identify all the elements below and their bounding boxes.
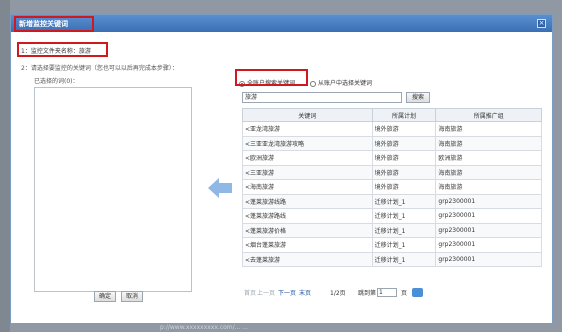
cell-group: grp2300001 bbox=[435, 251, 542, 267]
header-group: 所属推广组 bbox=[435, 108, 542, 122]
pager-page-info: 1/2页 bbox=[330, 290, 346, 297]
title-highlight-box bbox=[14, 16, 94, 32]
table-row[interactable]: <烟台蓬莱旅游 迁移计划_1 grp2300001 bbox=[242, 237, 542, 253]
keyword-search-input[interactable]: 旅游 bbox=[242, 92, 402, 103]
radio-unselected-icon bbox=[310, 80, 316, 87]
cell-group: grp2300001 bbox=[435, 222, 542, 238]
cell-group: 海南旅游 bbox=[435, 164, 542, 180]
move-left-arrow-icon[interactable] bbox=[208, 178, 232, 198]
background-left bbox=[0, 0, 10, 332]
table-row[interactable]: <去蓬莱旅游 迁移计划_1 grp2300001 bbox=[242, 251, 542, 267]
table-row[interactable]: <欧洲旅游 境外旅游 欧洲旅游 bbox=[242, 150, 542, 166]
selected-words-list[interactable] bbox=[34, 87, 192, 292]
cell-keyword: <烟台蓬莱旅游 bbox=[242, 237, 373, 253]
pager-page-suffix: 页 bbox=[401, 290, 408, 297]
background-text: p://www.xxxxxxxxx.com/... ... bbox=[160, 324, 249, 331]
cell-keyword: <海南旅游 bbox=[242, 179, 373, 195]
cancel-button[interactable]: 取消 bbox=[121, 291, 143, 302]
table-header-row: 关键词 所属计划 所属推广组 bbox=[242, 108, 542, 122]
table-row[interactable]: <蓬莱旅游价格 迁移计划_1 grp2300001 bbox=[242, 222, 542, 238]
close-icon[interactable]: × bbox=[537, 19, 546, 28]
header-keyword: 关键词 bbox=[242, 108, 373, 122]
cell-keyword: <欧洲旅游 bbox=[242, 150, 373, 166]
cell-keyword: <蓬莱旅游价格 bbox=[242, 222, 373, 238]
pager-prev[interactable]: 上一页 bbox=[257, 288, 275, 297]
cell-group: 欧洲旅游 bbox=[435, 150, 542, 166]
table-row[interactable]: <三亚旅游 境外旅游 海南旅游 bbox=[242, 164, 542, 180]
cell-plan: 境外旅游 bbox=[371, 179, 437, 195]
table-row[interactable]: <三亚亚龙湾旅游攻略 境外旅游 海南旅游 bbox=[242, 135, 542, 151]
cell-group: 海南旅游 bbox=[435, 121, 542, 137]
option-highlight-box bbox=[235, 69, 308, 86]
pager-jump-input[interactable]: 1 bbox=[377, 288, 397, 297]
pager-jump-label: 跳到第 bbox=[358, 290, 377, 297]
cell-plan: 迁移计划_1 bbox=[371, 251, 437, 267]
cell-group: grp2300001 bbox=[435, 193, 542, 209]
radio-select-from-account[interactable]: 从账户中选择关键词 bbox=[310, 78, 372, 87]
cell-group: 海南旅游 bbox=[435, 135, 542, 151]
cell-plan: 迁移计划_1 bbox=[371, 237, 437, 253]
cell-plan: 境外旅游 bbox=[371, 164, 437, 180]
step2-instruction: 2：请选择要监控的关键词（您也可以以后再完成本步骤）： bbox=[21, 65, 178, 72]
cell-keyword: <蓬莱旅游路线 bbox=[242, 208, 373, 224]
selected-words-label: 已选择的词(0)： bbox=[34, 78, 79, 85]
folder-highlight-box bbox=[17, 42, 108, 57]
cell-plan: 境外旅游 bbox=[371, 121, 437, 137]
table-row[interactable]: <蓬莱旅游路线 迁移计划_1 grp2300001 bbox=[242, 208, 542, 224]
cell-group: grp2300001 bbox=[435, 208, 542, 224]
cell-keyword: <三亚旅游 bbox=[242, 164, 373, 180]
cell-keyword: <去蓬莱旅游 bbox=[242, 251, 373, 267]
pager-next[interactable]: 下一页 bbox=[278, 288, 296, 297]
pager-last[interactable]: 末页 bbox=[299, 288, 311, 297]
table-row[interactable]: <亚龙湾旅游 境外旅游 海南旅游 bbox=[242, 121, 542, 137]
cell-group: 海南旅游 bbox=[435, 179, 542, 195]
cell-plan: 境外旅游 bbox=[371, 135, 437, 151]
cell-group: grp2300001 bbox=[435, 237, 542, 253]
cell-plan: 迁移计划_1 bbox=[371, 222, 437, 238]
header-plan: 所属计划 bbox=[371, 108, 437, 122]
search-button[interactable]: 搜索 bbox=[406, 92, 430, 103]
keyword-table: 关键词 所属计划 所属推广组 <亚龙湾旅游 境外旅游 海南旅游 <三亚亚龙湾旅游攻略… bbox=[242, 108, 542, 267]
add-keyword-dialog: 新增监控关键词 × 1：监控文件夹名称：旅游 2：请选择要监控的关键词（您也可以… bbox=[10, 14, 553, 324]
cell-plan: 迁移计划_1 bbox=[371, 193, 437, 209]
table-row[interactable]: <海南旅游 境外旅游 海南旅游 bbox=[242, 179, 542, 195]
pager-first[interactable]: 首页 bbox=[244, 288, 256, 297]
ok-button[interactable]: 确定 bbox=[94, 291, 116, 302]
cell-plan: 境外旅游 bbox=[371, 150, 437, 166]
cell-keyword: <亚龙湾旅游 bbox=[242, 121, 373, 137]
cell-keyword: <蓬莱旅游线路 bbox=[242, 193, 373, 209]
pager-go-button[interactable] bbox=[412, 288, 423, 297]
table-row[interactable]: <蓬莱旅游线路 迁移计划_1 grp2300001 bbox=[242, 193, 542, 209]
cell-keyword: <三亚亚龙湾旅游攻略 bbox=[242, 135, 373, 151]
cell-plan: 迁移计划_1 bbox=[371, 208, 437, 224]
